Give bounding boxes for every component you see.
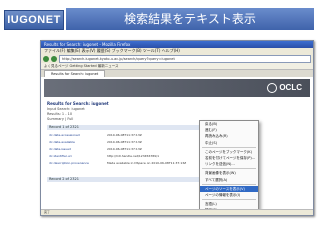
browser-screenshot: Results for Search: iugonet - Mozilla Fi… xyxy=(40,40,314,216)
back-icon[interactable] xyxy=(43,55,49,62)
record-row: dc:description.provenance Made available … xyxy=(49,161,197,165)
bookmarks-toolbar[interactable]: よく見るページ Getting Started 最新ニュース xyxy=(41,63,313,70)
oclc-brand: OCLC xyxy=(279,83,302,93)
oclc-circle-icon xyxy=(267,83,278,93)
iugonet-logo: IUGONET xyxy=(4,10,64,30)
record-header: Record 1 of 2321 xyxy=(47,125,199,130)
row-value: Made available in DSpace on 2010-06-08T1… xyxy=(107,161,187,165)
record-header: Record 2 of 2321 xyxy=(47,177,199,182)
menu-separator xyxy=(202,168,256,170)
address-bar[interactable]: http://search.iugonet.kyoto-u.ac.jp/sear… xyxy=(59,54,311,63)
row-key: dc:identifier.uri xyxy=(49,154,72,158)
row-value: 2010-06-08T11:37:13Z xyxy=(107,140,142,144)
navigation-toolbar: http://search.iugonet.kyoto-u.ac.jp/sear… xyxy=(41,54,313,63)
context-menu-item[interactable]: リンクを送信(N)... xyxy=(200,161,258,167)
oclc-logo: OCLC xyxy=(267,83,302,93)
record-row: dc:identifier.uri http://hdl.handle.net/1… xyxy=(49,154,197,158)
context-menu: 戻る(B) 進む(F) 再読み込み(R) 中止(S) このページをブックマーク(K) 名前… xyxy=(199,120,259,215)
forward-icon[interactable] xyxy=(51,55,57,62)
meta-line[interactable]: Summary | Full xyxy=(47,117,85,122)
status-bar: 完了 xyxy=(41,209,313,215)
slide-title-bar: 検索結果をテキスト表示 xyxy=(66,8,314,30)
row-value: 2010-06-08T11:37:13Z xyxy=(107,147,142,151)
results-meta: Input Search: iugonet Results: 1 - 10 Su… xyxy=(47,107,85,122)
row-key: dc:date.accessioned xyxy=(49,133,80,137)
page-content: OCLC Results for Search: iugonet Input S… xyxy=(41,77,313,215)
row-key: dc:date.available xyxy=(49,140,75,144)
record-row: dc:date.available 2010-06-08T11:37:13Z xyxy=(49,140,197,144)
oclc-banner: OCLC xyxy=(44,79,310,97)
row-value: 2010-06-08T11:37:13Z xyxy=(107,133,142,137)
results-heading: Results for Search: iugonet xyxy=(47,101,109,106)
context-menu-item[interactable]: すべて選択(A) xyxy=(200,177,258,183)
record-row: dc:date.accessioned 2010-06-08T11:37:13Z xyxy=(49,133,197,137)
context-menu-item[interactable]: ページの情報を表示(I) xyxy=(200,192,258,198)
row-value[interactable]: http://hdl.handle.net/123456789/1 xyxy=(107,154,197,158)
window-title: Results for Search: iugonet - Mozilla Fi… xyxy=(41,41,313,48)
menu-separator xyxy=(202,183,256,185)
row-key: dc:description.provenance xyxy=(49,161,89,165)
record-row: dc:date.issued 2010-06-08T11:37:13Z xyxy=(49,147,197,151)
context-menu-item[interactable]: 中止(S) xyxy=(200,140,258,146)
slide-title: 検索結果をテキスト表示 xyxy=(124,12,256,26)
row-key: dc:date.issued xyxy=(49,147,71,151)
menu-separator xyxy=(202,199,256,201)
menu-separator xyxy=(202,146,256,148)
